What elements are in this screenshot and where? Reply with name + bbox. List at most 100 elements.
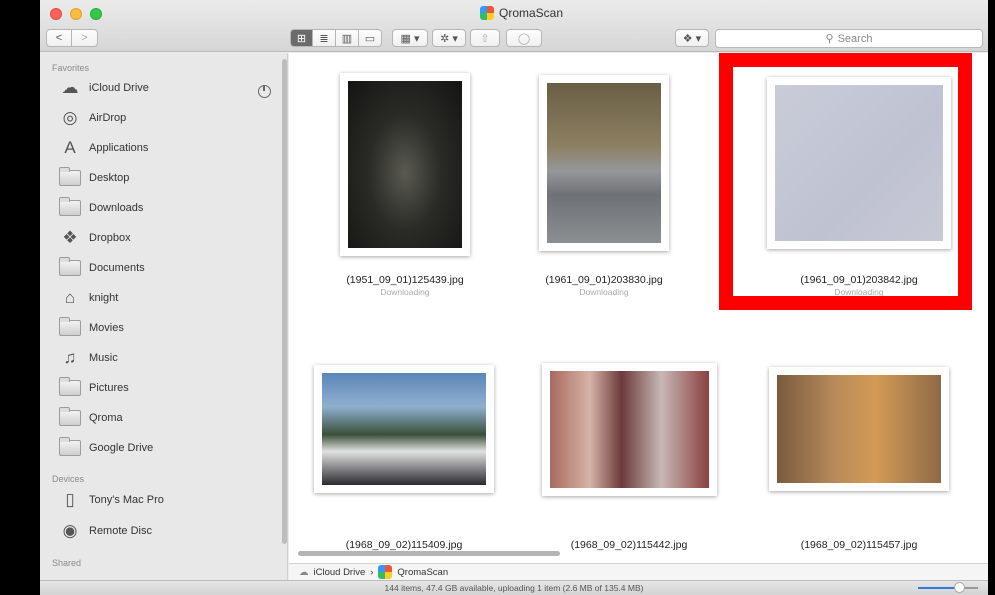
sidebar-item-applications[interactable]: A Applications [58, 135, 148, 161]
window-title: QromaScan [480, 5, 563, 21]
sidebar-item-qroma[interactable]: Qroma [58, 405, 123, 431]
path-bar: ☁ iCloud Drive › QromaScan [289, 563, 988, 580]
sidebar-item-dropbox[interactable]: ❖ Dropbox [58, 225, 131, 251]
status-bar: 144 items, 47.4 GB available, uploading … [40, 580, 988, 595]
folder-icon [58, 167, 82, 188]
arrange-button[interactable]: ▦ ▾ [392, 29, 428, 47]
shared-header: Shared [52, 558, 82, 568]
dropbox-icon: ❖ [62, 228, 78, 247]
close-window-button[interactable] [50, 8, 62, 20]
file-thumbnail-5[interactable] [542, 363, 717, 496]
file-thumbnail-2[interactable] [539, 75, 669, 251]
back-button[interactable]: < [46, 29, 72, 47]
folder-icon [58, 437, 82, 458]
sidebar-item-label: knight [89, 292, 119, 304]
sidebar-item-label: AirDrop [89, 112, 127, 124]
icloud-drive-icon: ☁ [299, 566, 309, 578]
search-icon: ⚲ [825, 33, 834, 45]
photo-vintage-car [547, 83, 661, 243]
devices-header: Devices [52, 474, 85, 484]
applications-icon: A [64, 138, 76, 157]
path-icloud-drive[interactable]: iCloud Drive [314, 567, 366, 578]
file-name-2[interactable]: (1961_09_01)203830.jpg [514, 274, 694, 286]
action-gear-button[interactable]: ✲ ▾ [432, 29, 466, 47]
photo-family-outdoors [322, 373, 486, 485]
window-title-text: QromaScan [499, 6, 564, 20]
view-mode-buttons: ⊞ ≣ ▥ ▭ [290, 29, 382, 47]
sidebar-item-knight[interactable]: ⌂ knight [58, 285, 119, 311]
sidebar-item-desktop[interactable]: Desktop [58, 165, 129, 191]
title-bar: QromaScan < > ⊞ ≣ ▥ ▭ ▦ ▾ ✲ ▾ ⇧ ◯ ❖ ▾ ⚲ … [40, 0, 988, 52]
airdrop-icon: ◎ [62, 108, 78, 127]
sidebar-item-downloads[interactable]: Downloads [58, 195, 143, 221]
list-view-button[interactable]: ≣ [313, 29, 336, 47]
sidebar-item-google-drive[interactable]: Google Drive [58, 435, 153, 461]
favorites-header: Favorites [52, 63, 90, 73]
photo-table-gathering [777, 375, 941, 483]
tony-s-mac-pro-icon: ▯ [65, 490, 75, 509]
sidebar-item-music[interactable]: ♫ Music [58, 345, 118, 371]
path-qromascan[interactable]: QromaScan [397, 567, 448, 578]
icon-size-slider-knob[interactable] [954, 582, 965, 593]
search-placeholder: Search [837, 32, 873, 45]
sidebar-item-label: Desktop [89, 172, 130, 184]
icon-view-button[interactable]: ⊞ [290, 29, 313, 47]
file-status-2: Downloading [579, 287, 629, 297]
sidebar-item-label: Tony's Mac Pro [89, 494, 164, 506]
file-name-6[interactable]: (1968_09_02)115457.jpg [769, 539, 949, 551]
sidebar-item-label: Music [89, 352, 118, 364]
folder-icon [58, 257, 82, 278]
sidebar-item-label: iCloud Drive [89, 82, 149, 94]
qromascan-app-icon [480, 6, 494, 20]
folder-icon [58, 377, 82, 398]
path-separator: › [370, 566, 374, 578]
sidebar-item-label: Downloads [89, 202, 144, 214]
folder-icon [58, 197, 82, 218]
sidebar-item-movies[interactable]: Movies [58, 315, 124, 341]
gallery-view-button[interactable]: ▭ [359, 29, 382, 47]
sidebar-item-label: Google Drive [89, 442, 154, 454]
search-field[interactable]: ⚲ Search [715, 29, 983, 48]
sidebar-item-airdrop[interactable]: ◎ AirDrop [58, 105, 127, 131]
knight-icon: ⌂ [64, 288, 76, 307]
icon-size-slider[interactable] [918, 587, 978, 589]
column-view-button[interactable]: ▥ [336, 29, 359, 47]
photo-woman-sitting [348, 81, 462, 248]
zoom-window-button[interactable] [90, 8, 102, 20]
sidebar-item-label: Movies [89, 322, 124, 334]
file-thumbnail-1[interactable] [340, 73, 470, 256]
icloud-sync-progress-icon [258, 85, 271, 98]
sidebar-item-label: Applications [89, 142, 149, 154]
sidebar-item-icloud-drive[interactable]: ☁ iCloud Drive [58, 75, 149, 101]
photo-family-indoors [550, 371, 709, 488]
folder-icon [58, 407, 82, 428]
file-status-1: Downloading [380, 287, 430, 297]
music-icon: ♫ [63, 348, 77, 367]
sidebar-item-label: Qroma [89, 412, 123, 424]
sidebar-item-label: Remote Disc [89, 525, 152, 537]
file-name-1[interactable]: (1951_09_01)125439.jpg [315, 274, 495, 286]
sidebar-item-label: Dropbox [89, 232, 131, 244]
sidebar-item-label: Pictures [89, 382, 129, 394]
navigation-buttons: < > [46, 29, 98, 47]
qromascan-folder-icon [378, 565, 393, 579]
dropbox-button[interactable]: ❖ ▾ [675, 29, 709, 47]
sidebar-scrollbar[interactable] [282, 59, 287, 544]
sidebar-item-documents[interactable]: Documents [58, 255, 145, 281]
folder-icon [58, 317, 82, 338]
file-thumbnail-6[interactable] [769, 367, 949, 491]
file-name-4[interactable]: (1968_09_02)115409.jpg [314, 539, 494, 551]
sidebar-item-label: Documents [89, 262, 145, 274]
sidebar-item-pictures[interactable]: Pictures [58, 375, 129, 401]
sidebar-item-remote-disc[interactable]: ◉ Remote Disc [58, 518, 152, 544]
tags-button[interactable]: ◯ [506, 29, 542, 47]
forward-button[interactable]: > [72, 29, 98, 47]
sidebar-item-tony-s-mac-pro[interactable]: ▯ Tony's Mac Pro [58, 487, 164, 513]
share-button[interactable]: ⇧ [470, 29, 500, 47]
file-thumbnail-4[interactable] [314, 365, 494, 493]
file-name-5[interactable]: (1968_09_02)115442.jpg [539, 539, 719, 551]
minimize-window-button[interactable] [70, 8, 82, 20]
selection-highlight [719, 53, 972, 310]
content-scrollbar[interactable] [298, 551, 560, 556]
icloud-drive-icon: ☁ [61, 78, 79, 97]
